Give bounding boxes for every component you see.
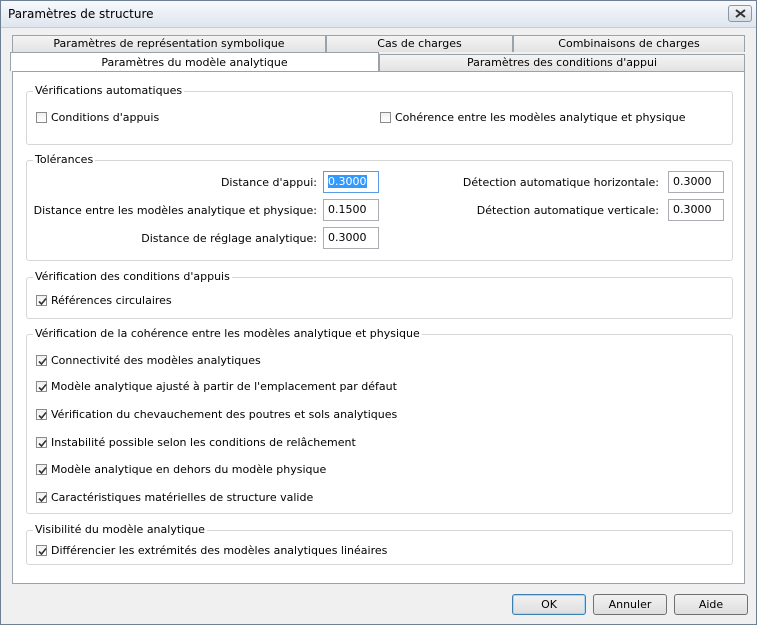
automatic-checks-group: Vérifications automatiques Conditions d'… — [26, 84, 733, 145]
tab-boundary-conditions[interactable]: Paramètres des conditions d'appui — [379, 54, 745, 71]
visibility-legend: Visibilité du modèle analytique — [33, 523, 207, 536]
checkbox-box[interactable] — [380, 112, 391, 123]
checkbox-circular-references[interactable]: Références circulaires — [36, 294, 172, 307]
support-checks-group: Vérification des conditions d'appuis Réf… — [26, 270, 733, 319]
checkbox-box[interactable] — [36, 492, 47, 503]
checkbox-adjusted-model[interactable]: Modèle analytique ajusté à partir de l'e… — [36, 380, 397, 393]
checkbox-outside-physical[interactable]: Modèle analytique en dehors du modèle ph… — [36, 463, 326, 476]
checkbox-differentiate-ends[interactable]: Différencier les extrémités des modèles … — [36, 544, 387, 557]
checkbox-model-consistency[interactable]: Cohérence entre les modèles analytique e… — [380, 111, 686, 124]
checkbox-label: Modèle analytique en dehors du modèle ph… — [51, 463, 327, 476]
visibility-group: Visibilité du modèle analytique Différen… — [26, 523, 733, 565]
title-bar[interactable]: Paramètres de structure — [1, 1, 756, 28]
checkbox-box[interactable] — [36, 437, 47, 448]
checkbox-label: Différencier les extrémités des modèles … — [51, 544, 388, 557]
checkbox-material-properties[interactable]: Caractéristiques matérielles de structur… — [36, 491, 313, 504]
support-distance-label: Distance d'appui: — [220, 176, 317, 189]
consistency-checks-group: Vérification de la cohérence entre les m… — [26, 327, 733, 514]
adjust-distance-input[interactable]: 0.3000 — [323, 227, 379, 249]
window-title: Paramètres de structure — [8, 7, 154, 21]
tolerances-group: Tolérances Distance d'appui: 0.3000 Dist… — [26, 153, 733, 261]
checkbox-box[interactable] — [36, 355, 47, 366]
vertical-detection-label: Détection automatique verticale: — [476, 204, 659, 217]
check-icon — [38, 383, 47, 392]
support-distance-input[interactable]: 0.3000 — [323, 171, 379, 193]
checkbox-box[interactable] — [36, 545, 47, 556]
cancel-button[interactable]: Annuler — [593, 594, 667, 615]
analytical-model-panel: Vérifications automatiques Conditions d'… — [12, 71, 745, 584]
checkbox-support-conditions[interactable]: Conditions d'appuis — [36, 111, 159, 124]
checkbox-analytical-connectivity[interactable]: Connectivité des modèles analytiques — [36, 354, 261, 367]
check-icon — [38, 297, 47, 306]
check-icon — [38, 357, 47, 366]
model-distance-label: Distance entre les modèles analytique et… — [33, 204, 317, 217]
close-icon — [735, 9, 746, 18]
checkbox-label: Références circulaires — [51, 294, 172, 307]
checkbox-box[interactable] — [36, 409, 47, 420]
tab-symbolic-representation[interactable]: Paramètres de représentation symbolique — [12, 35, 326, 52]
adjust-distance-label: Distance de réglage analytique: — [141, 232, 317, 245]
tolerances-legend: Tolérances — [33, 153, 96, 166]
consistency-checks-legend: Vérification de la cohérence entre les m… — [33, 327, 422, 340]
tab-load-combinations[interactable]: Combinaisons de charges — [513, 35, 745, 52]
checkbox-label: Caractéristiques matérielles de structur… — [51, 491, 314, 504]
checkbox-overlap-check[interactable]: Vérification du chevauchement des poutre… — [36, 408, 397, 421]
check-icon — [38, 411, 47, 420]
checkbox-label: Instabilité possible selon les condition… — [51, 436, 356, 449]
checkbox-label: Modèle analytique ajusté à partir de l'e… — [51, 380, 397, 393]
checkbox-label: Cohérence entre les modèles analytique e… — [395, 111, 686, 124]
vertical-detection-input[interactable]: 0.3000 — [668, 199, 724, 221]
ok-button[interactable]: OK — [512, 594, 586, 615]
checkbox-label: Vérification du chevauchement des poutre… — [51, 408, 398, 421]
checkbox-label: Conditions d'appuis — [51, 111, 160, 124]
check-icon — [38, 466, 47, 475]
tab-load-cases[interactable]: Cas de charges — [326, 35, 513, 52]
checkbox-instability[interactable]: Instabilité possible selon les condition… — [36, 436, 356, 449]
checkbox-box[interactable] — [36, 295, 47, 306]
check-icon — [38, 494, 47, 503]
check-icon — [38, 439, 47, 448]
tab-analytical-model[interactable]: Paramètres du modèle analytique — [10, 52, 379, 71]
checkbox-box[interactable] — [36, 112, 47, 123]
close-button[interactable] — [728, 5, 752, 22]
model-distance-input[interactable]: 0.1500 — [323, 199, 379, 221]
checkbox-box[interactable] — [36, 464, 47, 475]
checkbox-box[interactable] — [36, 381, 47, 392]
help-button[interactable]: Aide — [674, 594, 748, 615]
dialog-window: Paramètres de structure Paramètres de re… — [0, 0, 757, 625]
automatic-checks-legend: Vérifications automatiques — [33, 84, 185, 97]
support-checks-legend: Vérification des conditions d'appuis — [33, 270, 232, 283]
check-icon — [38, 547, 47, 556]
checkbox-label: Connectivité des modèles analytiques — [51, 354, 261, 367]
horizontal-detection-label: Détection automatique horizontale: — [462, 176, 659, 189]
horizontal-detection-input[interactable]: 0.3000 — [668, 171, 724, 193]
